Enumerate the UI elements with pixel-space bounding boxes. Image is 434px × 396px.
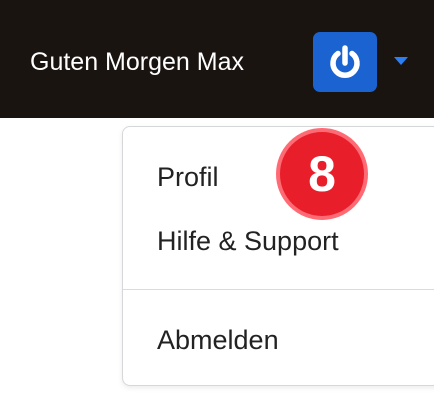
menu-item-logout[interactable]: Abmelden <box>157 323 279 357</box>
step-number-badge: 8 <box>276 128 368 220</box>
menu-divider <box>123 289 434 290</box>
greeting-text: Guten Morgen Max <box>30 48 244 76</box>
power-icon <box>326 43 364 81</box>
menu-item-profile[interactable]: Profil <box>157 160 219 194</box>
menu-item-help-support[interactable]: Hilfe & Support <box>157 224 339 258</box>
user-menu-button[interactable] <box>313 32 377 92</box>
chevron-down-icon[interactable] <box>394 57 408 65</box>
top-navigation-bar: Guten Morgen Max <box>0 0 434 118</box>
